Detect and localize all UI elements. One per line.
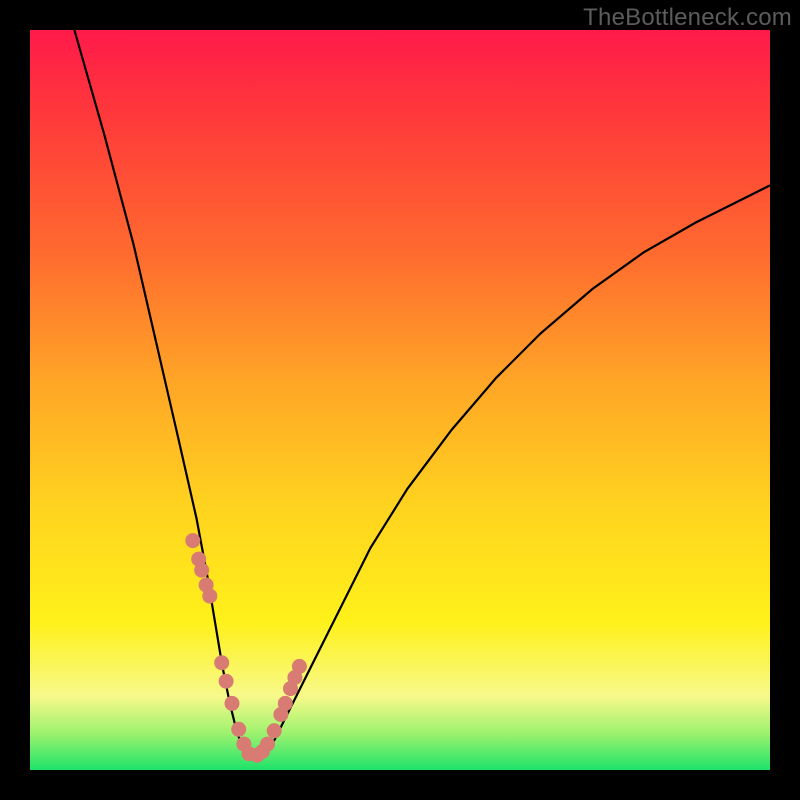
watermark-text: TheBottleneck.com (583, 4, 792, 32)
scatter-point (195, 563, 209, 577)
plot-area (30, 30, 770, 770)
scatter-point (278, 696, 292, 710)
chart-frame: TheBottleneck.com (0, 0, 800, 800)
scatter-points (186, 534, 307, 763)
bottleneck-curve (74, 30, 770, 759)
scatter-point (267, 724, 281, 738)
scatter-point (219, 674, 233, 688)
scatter-point (232, 722, 246, 736)
scatter-point (225, 696, 239, 710)
scatter-point (203, 589, 217, 603)
scatter-point (215, 656, 229, 670)
scatter-point (292, 659, 306, 673)
scatter-point (186, 534, 200, 548)
curve-layer (30, 30, 770, 770)
scatter-point (261, 737, 275, 751)
